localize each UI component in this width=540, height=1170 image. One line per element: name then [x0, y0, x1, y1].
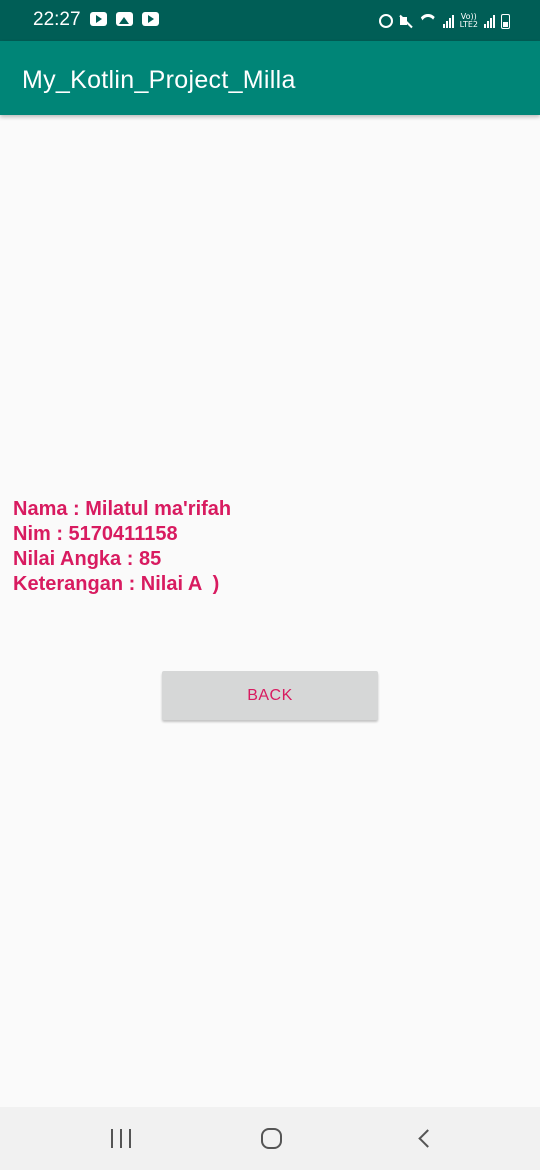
- gallery-icon: [116, 12, 133, 26]
- system-icons: Vo)) LTE2: [378, 10, 510, 32]
- alarm-icon: [378, 14, 393, 28]
- wifi-icon: [419, 14, 437, 28]
- student-info: Nama : Milatul ma'rifah Nim : 5170411158…: [13, 497, 231, 597]
- youtube-icon: [90, 12, 107, 26]
- lte2-icon: Vo)) LTE2: [459, 12, 478, 29]
- status-time: 22:27: [33, 9, 81, 30]
- student-nim: Nim : 5170411158: [13, 523, 178, 545]
- mute-icon: [399, 14, 413, 28]
- student-score: Nilai Angka : 85: [13, 548, 162, 570]
- student-grade: Keterangan : Nilai A ): [13, 573, 220, 595]
- status-bar: 22:27 Vo)) LTE2: [0, 0, 540, 41]
- back-icon[interactable]: [416, 1128, 437, 1149]
- signal-icon: [442, 14, 454, 28]
- recent-apps-icon[interactable]: [111, 1129, 131, 1148]
- app-screen: 22:27 Vo)) LTE2 My_Kotlin_Project_Milla N…: [0, 0, 540, 1170]
- app-title: My_Kotlin_Project_Milla: [22, 66, 296, 94]
- student-name: Nama : Milatul ma'rifah: [13, 498, 232, 520]
- youtube-icon: [142, 12, 159, 26]
- notification-icons: [90, 12, 159, 26]
- home-icon[interactable]: [261, 1128, 282, 1149]
- battery-icon: [501, 13, 510, 29]
- navigation-bar: [0, 1107, 540, 1170]
- signal-icon: [484, 14, 495, 28]
- back-button[interactable]: BACK: [162, 671, 378, 720]
- app-toolbar: My_Kotlin_Project_Milla: [0, 41, 540, 115]
